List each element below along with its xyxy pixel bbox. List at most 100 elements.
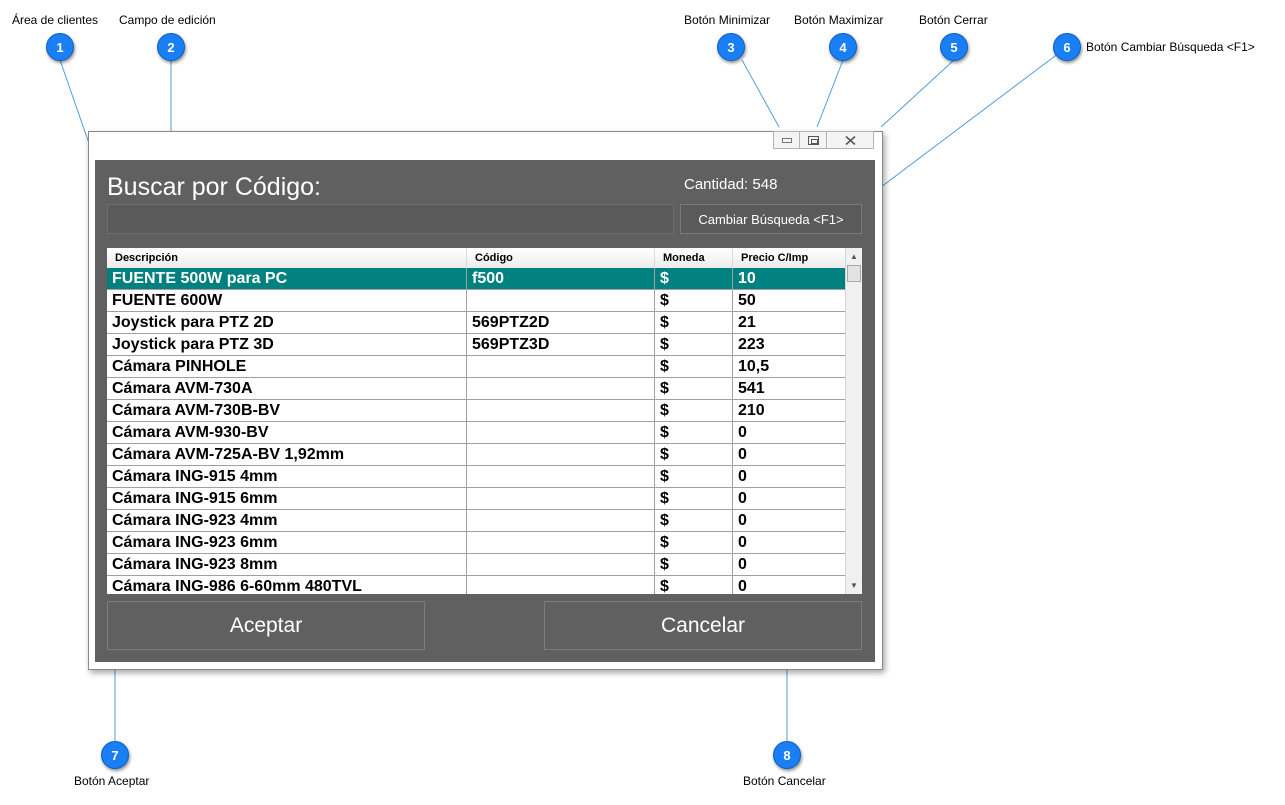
cell-price: 541 <box>738 380 765 397</box>
cell-description: Cámara AVM-725A-BV 1,92mm <box>107 444 467 465</box>
table-row[interactable]: Cámara ING-986 6-60mm 480TVL $0 <box>107 576 845 594</box>
cell-description: Cámara PINHOLE <box>107 356 467 377</box>
column-header-description[interactable]: Descripción <box>107 248 467 268</box>
cell-price: 210 <box>738 402 765 419</box>
cell-code <box>467 466 655 487</box>
cell-currency: $ <box>655 268 733 289</box>
cell-code <box>467 444 655 465</box>
table-row[interactable]: FUENTE 500W para PC f500 $10 <box>107 268 845 290</box>
table-row[interactable]: Cámara ING-923 6mm $0 <box>107 532 845 554</box>
close-button[interactable] <box>826 131 874 149</box>
cell-code <box>467 290 655 311</box>
cell-price: 0 <box>738 468 747 485</box>
cell-currency: $ <box>655 466 733 487</box>
cell-code <box>467 488 655 509</box>
cell-currency: $ <box>655 488 733 509</box>
callout-badge-7: 7 <box>101 741 129 769</box>
column-header-code[interactable]: Código <box>467 248 655 268</box>
cell-description: Cámara ING-915 4mm <box>107 466 467 487</box>
cell-description: Cámara ING-923 8mm <box>107 554 467 575</box>
cell-currency: $ <box>655 576 733 594</box>
callout-label-edit-field: Campo de edición <box>119 13 216 27</box>
results-table[interactable]: Descripción Código Moneda Precio C/Imp F… <box>107 248 862 594</box>
table-row[interactable]: Cámara ING-923 4mm $0 <box>107 510 845 532</box>
cell-description: FUENTE 600W <box>107 290 467 311</box>
cell-code <box>467 532 655 553</box>
cell-description: Cámara ING-915 6mm <box>107 488 467 509</box>
table-row[interactable]: Joystick para PTZ 3D 569PTZ3D $223 <box>107 334 845 356</box>
table-row[interactable]: Cámara ING-923 8mm $0 <box>107 554 845 576</box>
cell-currency: $ <box>655 378 733 399</box>
table-row[interactable]: Joystick para PTZ 2D 569PTZ2D $21 <box>107 312 845 334</box>
close-icon <box>844 135 856 145</box>
cell-description: Cámara AVM-730B-BV <box>107 400 467 421</box>
cell-code <box>467 422 655 443</box>
callout-label-accept: Botón Aceptar <box>74 774 150 788</box>
cell-price: 0 <box>738 424 747 441</box>
cell-price: 10,5 <box>738 358 770 375</box>
cell-price: 0 <box>738 556 747 573</box>
item-count: Cantidad: 548 <box>684 176 778 193</box>
restore-icon <box>807 135 819 145</box>
cell-currency: $ <box>655 532 733 553</box>
cell-price: 0 <box>738 512 747 529</box>
callout-badge-3: 3 <box>717 33 745 61</box>
cell-currency: $ <box>655 334 733 355</box>
cell-description: Cámara AVM-930-BV <box>107 422 467 443</box>
change-search-button[interactable]: Cambiar Búsqueda <F1> <box>680 204 862 234</box>
cell-code <box>467 400 655 421</box>
search-input[interactable] <box>107 204 674 234</box>
cell-code: 569PTZ3D <box>467 334 655 355</box>
page-title: Buscar por Código: <box>107 173 322 201</box>
cell-currency: $ <box>655 290 733 311</box>
table-row[interactable]: Cámara AVM-730A $541 <box>107 378 845 400</box>
callout-badge-5: 5 <box>940 33 968 61</box>
table-row[interactable]: Cámara AVM-725A-BV 1,92mm $0 <box>107 444 845 466</box>
cell-description: Cámara ING-923 4mm <box>107 510 467 531</box>
table-row[interactable]: Cámara AVM-730B-BV $210 <box>107 400 845 422</box>
cell-description: FUENTE 500W para PC <box>107 268 467 289</box>
callout-badge-4: 4 <box>829 33 857 61</box>
cell-code <box>467 554 655 575</box>
cell-currency: $ <box>655 444 733 465</box>
accept-button[interactable]: Aceptar <box>107 601 425 650</box>
column-header-currency[interactable]: Moneda <box>655 248 733 268</box>
cell-code: f500 <box>467 268 655 289</box>
cell-price: 0 <box>738 446 747 463</box>
callout-badge-8: 8 <box>773 741 801 769</box>
table-row[interactable]: Cámara PINHOLE $10,5 <box>107 356 845 378</box>
cell-currency: $ <box>655 510 733 531</box>
table-row[interactable]: Cámara AVM-930-BV $0 <box>107 422 845 444</box>
callout-label-change-search: Botón Cambiar Búsqueda <F1> <box>1086 40 1255 54</box>
scroll-up-icon[interactable]: ▲ <box>846 248 862 265</box>
cell-description: Cámara ING-986 6-60mm 480TVL <box>107 576 467 594</box>
table-row[interactable]: Cámara ING-915 6mm $0 <box>107 488 845 510</box>
scrollbar-thumb[interactable] <box>847 265 861 282</box>
table-header: Descripción Código Moneda Precio C/Imp <box>107 248 845 269</box>
cell-currency: $ <box>655 554 733 575</box>
callout-badge-2: 2 <box>157 33 185 61</box>
cell-price: 50 <box>738 292 756 309</box>
callout-badge-1: 1 <box>46 33 74 61</box>
table-row[interactable]: Cámara ING-915 4mm $0 <box>107 466 845 488</box>
cell-price: 0 <box>738 534 747 551</box>
column-header-price[interactable]: Precio C/Imp <box>733 248 845 268</box>
cell-price: 10 <box>738 270 756 287</box>
cell-price: 21 <box>738 314 756 331</box>
cell-code <box>467 356 655 377</box>
cell-description: Cámara ING-923 6mm <box>107 532 467 553</box>
maximize-button[interactable] <box>799 131 827 149</box>
cell-currency: $ <box>655 356 733 377</box>
cell-description: Joystick para PTZ 3D <box>107 334 467 355</box>
callout-label-close: Botón Cerrar <box>919 13 988 27</box>
minimize-button[interactable] <box>773 131 800 149</box>
cell-currency: $ <box>655 422 733 443</box>
minimize-icon <box>781 137 792 143</box>
table-row[interactable]: FUENTE 600W $50 <box>107 290 845 312</box>
scroll-down-icon[interactable]: ▼ <box>846 577 862 594</box>
callout-label-minimize: Botón Minimizar <box>684 13 771 27</box>
cell-currency: $ <box>655 312 733 333</box>
vertical-scrollbar[interactable]: ▲ ▼ <box>845 248 862 594</box>
callout-label-maximize: Botón Maximizar <box>794 13 884 27</box>
cancel-button[interactable]: Cancelar <box>544 601 862 650</box>
